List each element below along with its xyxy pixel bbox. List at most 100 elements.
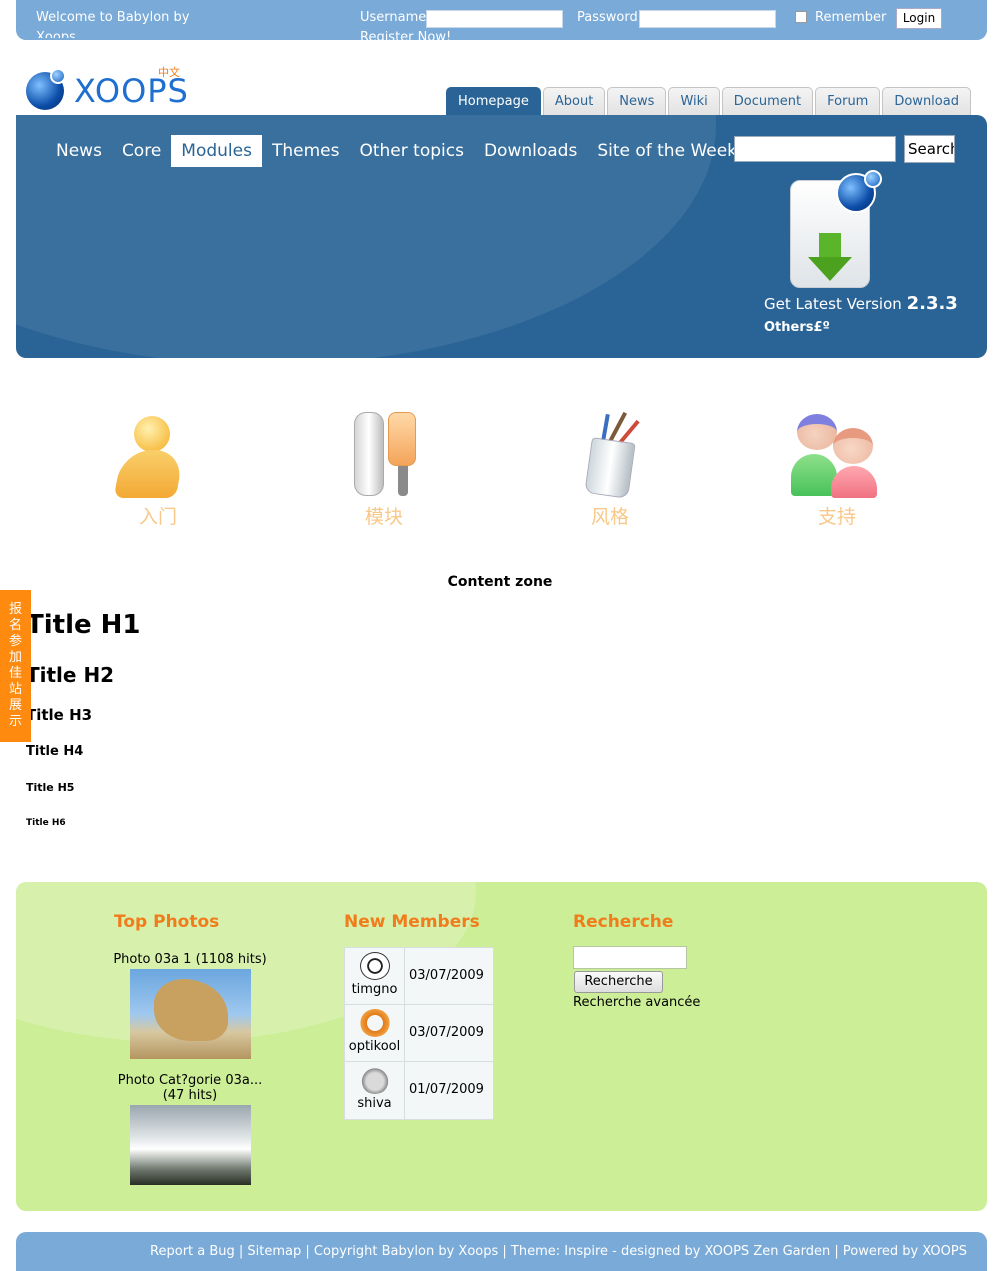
sidetab-char: 展	[8, 698, 22, 713]
title-h1: Title H1	[26, 610, 141, 640]
top-photo-1[interactable]: Photo 03a 1 (1108 hits)	[104, 952, 276, 1059]
camel-head	[153, 979, 228, 1041]
start-person-body-icon	[113, 450, 185, 498]
remember-checkbox[interactable]	[795, 11, 807, 23]
birds-photo[interactable]	[129, 1105, 251, 1185]
nav-other-topics[interactable]: Other topics	[349, 135, 473, 167]
screwdriver-tip	[398, 466, 408, 496]
recherche-title: Recherche	[573, 912, 674, 932]
feature-themes-label: 风格	[590, 506, 629, 528]
member-date: 01/07/2009	[409, 1082, 484, 1097]
sidetab-char: 加	[8, 650, 22, 665]
member-avatar-cell[interactable]: timgno	[345, 948, 405, 1004]
tab-download[interactable]: Download	[882, 87, 971, 116]
tab-news[interactable]: News	[607, 87, 667, 116]
top-photo-2[interactable]: Photo Cat?gorie 03a... (47 hits)	[104, 1073, 276, 1185]
soccer-ball-avatar	[359, 952, 390, 980]
get-latest-version[interactable]: Get Latest Version 2.3.3	[764, 293, 958, 314]
feature-modules[interactable]: 模块	[324, 410, 444, 540]
tab-document[interactable]: Document	[721, 87, 814, 116]
top-photos-title: Top Photos	[114, 912, 220, 932]
person1-head-icon	[797, 414, 837, 450]
feature-start[interactable]: 入门	[98, 410, 218, 540]
footer-links[interactable]: Report a Bug | Sitemap | Copyright Babyl…	[150, 1244, 967, 1259]
sidetab-char: 示	[8, 714, 22, 729]
title-h3: Title H3	[26, 706, 93, 724]
member-date: 03/07/2009	[409, 968, 484, 983]
member-name[interactable]: timgno	[345, 982, 404, 997]
tab-about[interactable]: About	[542, 87, 606, 116]
search-button[interactable]: Search	[904, 135, 955, 163]
get-latest-text: Get Latest Version	[764, 295, 902, 313]
member-avatar-cell[interactable]: optikool	[345, 1005, 405, 1061]
tab-homepage[interactable]: Homepage	[446, 87, 541, 116]
feature-modules-label: 模块	[364, 506, 403, 528]
sidetab-char: 参	[8, 634, 22, 649]
feature-support-label: 支持	[817, 506, 856, 528]
password-label: Password	[577, 10, 638, 25]
footer-bar: Report a Bug | Sitemap | Copyright Babyl…	[16, 1232, 987, 1271]
title-h2: Title H2	[26, 663, 115, 687]
screwdriver-icon	[388, 412, 416, 466]
member-name[interactable]: optikool	[345, 1039, 404, 1054]
wrench-icon	[354, 412, 384, 496]
nav-news[interactable]: News	[46, 135, 112, 167]
nav-core[interactable]: Core	[112, 135, 171, 167]
nav-downloads[interactable]: Downloads	[474, 135, 587, 167]
sidetab-char: 报	[8, 602, 22, 617]
content-zone-title: Content zone	[447, 574, 553, 590]
camel-photo[interactable]	[129, 969, 251, 1059]
nav-site-of-the-week[interactable]: Site of the Week	[587, 135, 747, 167]
logo-small-ball-icon	[50, 68, 66, 84]
sidetab-char: 佳	[8, 666, 22, 681]
search-input[interactable]	[734, 136, 896, 162]
cat-avatar	[359, 1066, 390, 1094]
download-arrow-head	[808, 257, 852, 281]
title-h4: Title H4	[26, 744, 84, 759]
feature-support[interactable]: 支持	[777, 410, 897, 540]
new-members-title: New Members	[344, 912, 480, 932]
title-h5: Title H5	[26, 781, 75, 794]
tab-wiki[interactable]: Wiki	[668, 87, 720, 116]
advanced-search-link[interactable]: Recherche avancée	[573, 995, 700, 1010]
feature-themes[interactable]: 风格	[550, 410, 670, 540]
person2-head-icon	[833, 428, 873, 464]
ring-avatar	[359, 1009, 390, 1037]
password-input[interactable]	[639, 10, 776, 28]
person2-body-icon	[831, 466, 877, 498]
start-person-head-icon	[134, 416, 170, 452]
tab-forum[interactable]: Forum	[815, 87, 881, 116]
table-row: optikool 03/07/2009	[345, 1005, 493, 1062]
brush-cup-icon	[584, 437, 636, 499]
recherche-input[interactable]	[573, 946, 687, 969]
login-bar: Welcome to Babylon by Xoops Username Pas…	[16, 0, 987, 40]
register-link[interactable]: Register Now!	[360, 30, 451, 40]
members-table: timgno 03/07/2009 optikool 03/07/2009 sh…	[344, 947, 494, 1120]
header-banner: News Core Modules Themes Other topics Do…	[16, 115, 987, 358]
table-row: shiva 01/07/2009	[345, 1062, 493, 1119]
login-button[interactable]: Login	[896, 8, 942, 29]
download-arrow-shaft	[819, 233, 841, 257]
photo-2-caption[interactable]: Photo Cat?gorie 03a...	[104, 1073, 276, 1088]
nav-modules[interactable]: Modules	[171, 135, 262, 167]
main-nav: News Core Modules Themes Other topics Do…	[46, 135, 747, 167]
side-signup-tab[interactable]: 报 名 参 加 佳 站 展 示	[0, 590, 31, 742]
member-date: 03/07/2009	[409, 1025, 484, 1040]
others-link[interactable]: Others£º	[764, 320, 830, 335]
member-avatar-cell[interactable]: shiva	[345, 1062, 405, 1119]
sidetab-char: 名	[8, 618, 22, 633]
recherche-button[interactable]: Recherche	[574, 971, 663, 993]
member-name[interactable]: shiva	[345, 1096, 404, 1111]
photo-1-caption[interactable]: Photo 03a 1 (1108 hits)	[104, 952, 276, 967]
language-link[interactable]: 中文	[158, 64, 180, 80]
feature-start-label: 入门	[138, 506, 177, 528]
sidetab-char: 站	[8, 682, 22, 697]
table-row: timgno 03/07/2009	[345, 948, 493, 1005]
xoops-logo[interactable]: XOOPS 中文	[24, 62, 194, 112]
username-input[interactable]	[426, 10, 563, 28]
welcome-text: Welcome to Babylon by Xoops	[36, 10, 190, 38]
nav-themes[interactable]: Themes	[262, 135, 350, 167]
footer-blocks: Top Photos Photo 03a 1 (1108 hits) Photo…	[16, 882, 987, 1211]
username-label: Username	[360, 10, 427, 25]
main-tabs: Homepage About News Wiki Document Forum …	[446, 87, 973, 116]
